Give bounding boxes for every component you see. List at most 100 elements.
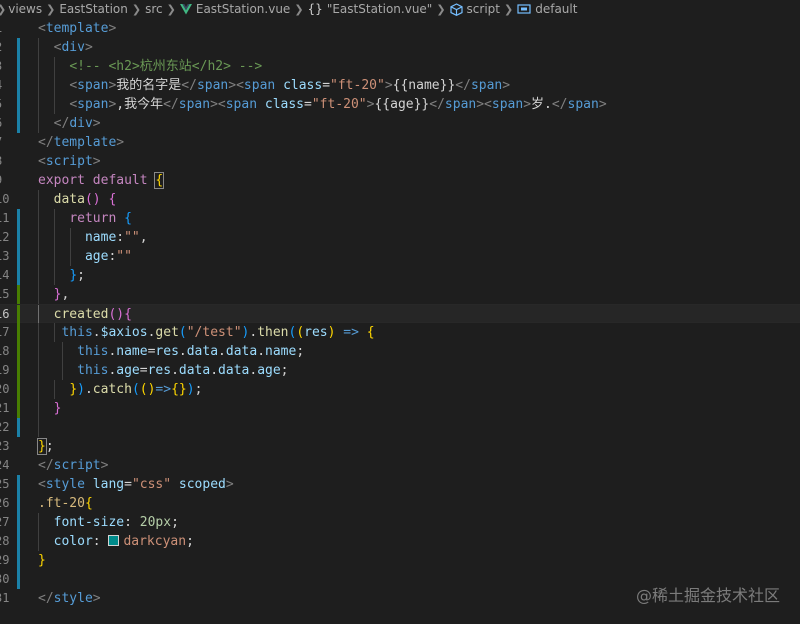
editor-window: ❯ views ❯ EastStation ❯ src ❯ EastStatio…	[0, 0, 800, 624]
code-line: 23 };	[0, 437, 800, 456]
line-number: 16	[0, 307, 10, 321]
line-number: 2	[0, 38, 16, 57]
line-number: 31	[0, 591, 10, 605]
code-line: 26 .ft-20{	[0, 494, 800, 513]
chevron-right-icon: ❯	[46, 2, 56, 16]
code-text: </template>	[38, 135, 125, 150]
line-number: 29	[0, 553, 10, 567]
code-text: .ft-20{	[38, 496, 93, 511]
line-number: 24	[0, 458, 10, 472]
vue-logo-icon	[179, 3, 192, 14]
code-text: <!-- <h2>杭州东站</h2> -->	[69, 59, 263, 74]
line-number: 11	[0, 211, 10, 225]
line-number: 17	[0, 325, 10, 339]
added-line-marker	[17, 305, 20, 324]
code-text: color: darkcyan;	[53, 534, 194, 549]
line-number: 5	[0, 95, 16, 114]
modified-line-marker	[17, 418, 20, 437]
line-number: 3	[0, 57, 16, 76]
line-number: 10	[0, 192, 10, 206]
line-number: 14	[0, 268, 10, 282]
color-swatch-icon[interactable]	[108, 535, 120, 546]
code-text: data() {	[53, 192, 117, 207]
line-number: 18	[0, 344, 10, 358]
line-number: 9	[0, 171, 16, 190]
code-text: </style>	[38, 591, 101, 606]
code-line: 7 </template>	[0, 133, 800, 152]
line-number: 23	[0, 439, 10, 453]
modified-line-marker	[17, 57, 20, 76]
code-line: 29 }	[0, 551, 800, 570]
code-line: 28 color: darkcyan;	[0, 532, 800, 551]
code-line: 18 this.name=res.data.data.name;	[0, 342, 800, 361]
line-number: 22	[0, 420, 10, 434]
breadcrumb-item-script[interactable]: script	[449, 2, 500, 16]
code-text: }	[38, 553, 46, 568]
watermark: @稀土掘金技术社区	[635, 586, 780, 605]
code-text: return {	[69, 211, 132, 226]
code-line: 19 this.age=res.data.data.age;	[0, 361, 800, 380]
chevron-right-icon: ❯	[0, 3, 6, 16]
line-number: 7	[0, 133, 16, 152]
breadcrumb-item-eaststation[interactable]: EastStation	[59, 2, 128, 16]
code-text: <script>	[38, 154, 101, 169]
modified-line-marker	[17, 532, 20, 551]
code-text: this.$axios.get("/test").then((res) => {	[61, 325, 375, 340]
modified-line-marker	[17, 494, 20, 513]
breadcrumb-item-module[interactable]: {} "EastStation.vue"	[308, 2, 433, 16]
code-text: age:""	[84, 249, 132, 264]
code-text: name:"",	[84, 230, 148, 245]
code-line: 17 this.$axios.get("/test").then((res) =…	[0, 323, 800, 342]
code-text: </script>	[38, 458, 109, 473]
indent-guide	[38, 418, 39, 437]
code-line: 27 font-size: 20px;	[0, 513, 800, 532]
code-line: 14 };	[0, 266, 800, 285]
line-number: 8	[0, 152, 16, 171]
code-text: font-size: 20px;	[53, 515, 179, 530]
line-number: 1	[0, 19, 16, 38]
code-text: <style lang="css" scoped>	[38, 477, 234, 492]
modified-line-marker	[17, 247, 20, 266]
line-number: 20	[0, 382, 10, 396]
code-line: 8 <script>	[0, 152, 800, 171]
code-line: 24 </script>	[0, 456, 800, 475]
breadcrumb-item-default[interactable]: default	[517, 2, 577, 16]
code-text: <span>我的名字是</span><span class="ft-20">{{…	[69, 78, 511, 93]
breadcrumb-item-src[interactable]: src	[145, 2, 163, 16]
added-line-marker	[17, 342, 20, 361]
code-line: 11 return {	[0, 209, 800, 228]
code-line: 21 }	[0, 399, 800, 418]
braces-icon: {}	[307, 2, 323, 16]
code-line: 1 <template>	[0, 19, 800, 38]
breadcrumb-item-views[interactable]: views	[8, 2, 42, 16]
code-text: <div>	[53, 40, 93, 55]
code-line: 4 <span>我的名字是</span><span class="ft-20">…	[0, 76, 800, 95]
chevron-right-icon: ❯	[166, 2, 176, 16]
added-line-marker	[17, 285, 20, 304]
breadcrumb-item-file[interactable]: EastStation.vue	[179, 2, 290, 16]
code-line-current: 16 created(){	[0, 304, 800, 324]
modified-line-marker	[17, 76, 20, 95]
chevron-right-icon: ❯	[504, 2, 514, 16]
cube-icon	[449, 2, 463, 16]
line-number: 26	[0, 496, 10, 510]
line-number: 6	[0, 114, 16, 133]
breadcrumb: ❯ views ❯ EastStation ❯ src ❯ EastStatio…	[0, 0, 800, 18]
modified-line-marker	[17, 228, 20, 247]
modified-line-marker	[17, 570, 20, 589]
field-icon	[517, 4, 531, 14]
line-number: 4	[0, 76, 16, 95]
code-text: };	[37, 438, 54, 455]
modified-line-marker	[17, 38, 20, 57]
chevron-right-icon: ❯	[131, 2, 142, 16]
added-line-marker	[17, 380, 20, 399]
code-text: };	[69, 268, 85, 283]
code-editor[interactable]: 1 <template> 2 <div> 3 <!-- <h2>杭州东站</h2…	[0, 19, 800, 624]
code-text: this.name=res.data.data.name;	[77, 344, 305, 359]
code-line: 9 export default {	[0, 171, 800, 190]
code-line: 10 data() {	[0, 190, 800, 209]
modified-line-marker	[17, 266, 20, 285]
chevron-right-icon: ❯	[436, 2, 446, 16]
line-number: 13	[0, 249, 10, 263]
added-line-marker	[17, 361, 20, 380]
